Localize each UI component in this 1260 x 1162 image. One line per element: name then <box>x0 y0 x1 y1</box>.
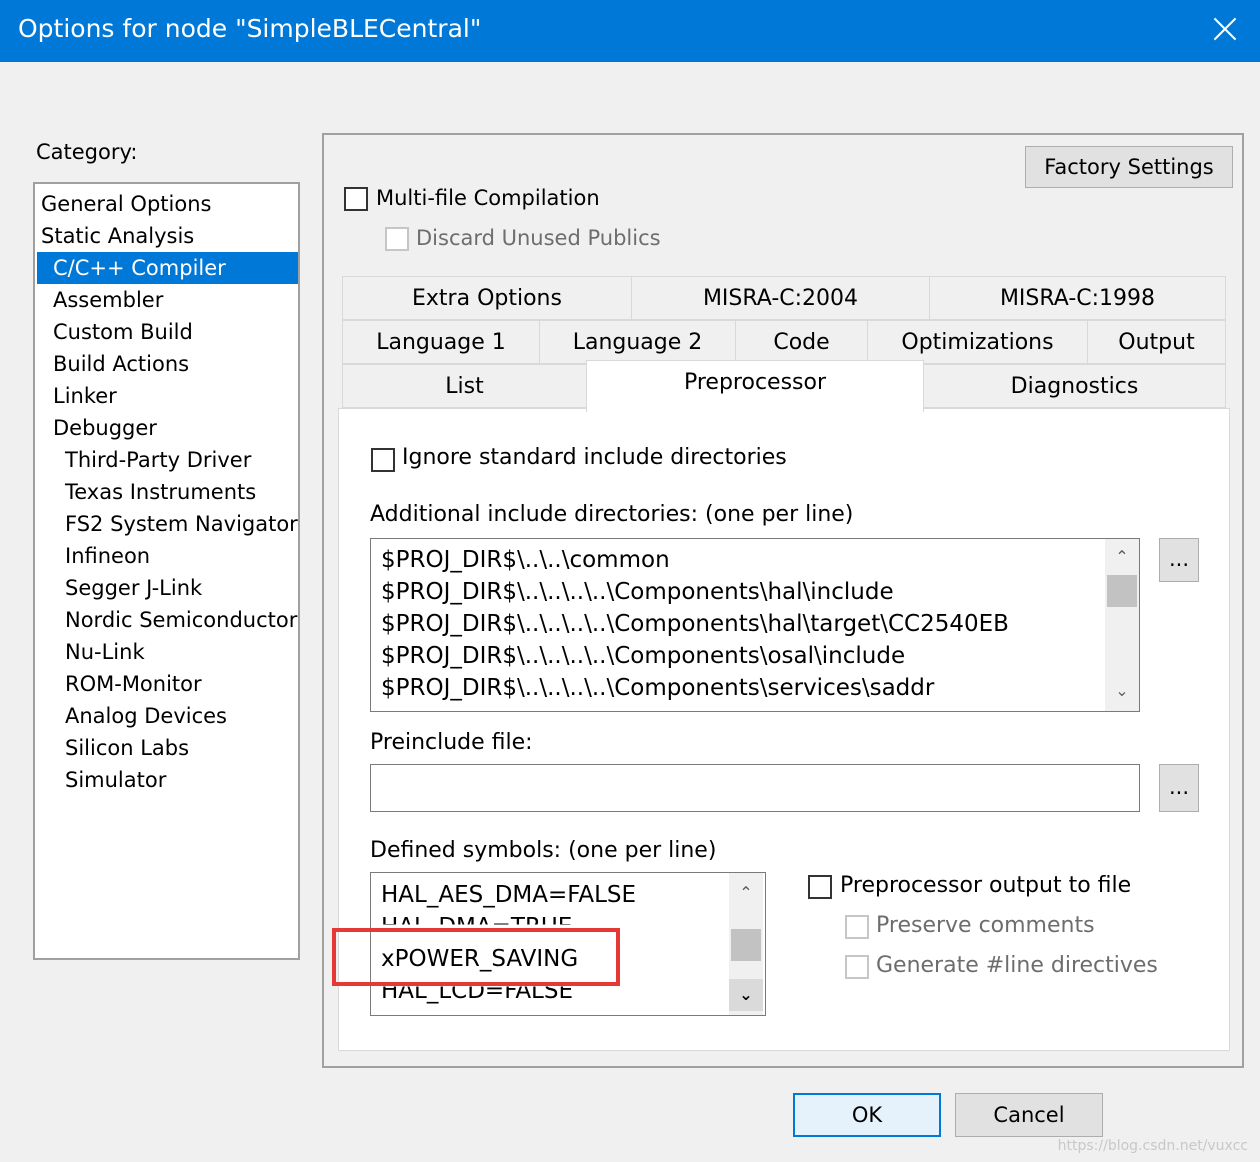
include-dirs-textarea[interactable]: $PROJ_DIR$\..\..\common $PROJ_DIR$\..\..… <box>370 538 1140 712</box>
pp-output-checkbox[interactable] <box>808 875 832 899</box>
ignore-std-label: Ignore standard include directories <box>402 445 787 470</box>
tab-output[interactable]: Output <box>1087 320 1226 364</box>
tab-misra-c-1998[interactable]: MISRA-C:1998 <box>929 276 1226 320</box>
tab-misra-c-2004[interactable]: MISRA-C:2004 <box>631 276 930 320</box>
include-dirs-label: Additional include directories: (one per… <box>370 502 854 527</box>
tab-optimizations[interactable]: Optimizations <box>867 320 1088 364</box>
defined-symbol-line: HAL_AES_DMA=FALSE <box>381 882 637 908</box>
category-item-static-analysis[interactable]: Static Analysis <box>35 220 200 252</box>
tab-code[interactable]: Code <box>735 320 868 364</box>
scroll-thumb[interactable] <box>731 929 761 961</box>
title-bar: Options for node "SimpleBLECentral" <box>0 0 1260 62</box>
include-dir-line: $PROJ_DIR$\..\..\..\..\Components\hal\ta… <box>381 611 1009 637</box>
close-icon[interactable] <box>1212 16 1238 42</box>
preinclude-label: Preinclude file: <box>370 730 533 755</box>
defined-symbols-scrollbar[interactable]: ⌃ ⌄ <box>729 873 763 1015</box>
category-item-analog-devices[interactable]: Analog Devices <box>59 700 233 732</box>
category-item-custom-build[interactable]: Custom Build <box>47 316 199 348</box>
multi-file-checkbox[interactable] <box>344 187 368 211</box>
scroll-up-icon[interactable]: ⌃ <box>1105 541 1139 573</box>
preinclude-input[interactable] <box>370 764 1140 812</box>
scroll-up-icon[interactable]: ⌃ <box>729 877 763 909</box>
window-title: Options for node "SimpleBLECentral" <box>18 14 482 43</box>
highlight-annotation <box>332 928 620 986</box>
category-list[interactable]: General Options Static Analysis C/C++ Co… <box>33 182 300 960</box>
include-dir-line: $PROJ_DIR$\..\..\common <box>381 547 670 573</box>
category-item-debugger[interactable]: Debugger <box>47 412 163 444</box>
generate-line-checkbox[interactable] <box>845 955 869 979</box>
category-item-texas-instruments[interactable]: Texas Instruments <box>59 476 262 508</box>
category-item-nu-link[interactable]: Nu-Link <box>59 636 151 668</box>
category-item-linker[interactable]: Linker <box>47 380 123 412</box>
discard-unused-checkbox[interactable] <box>385 227 409 251</box>
include-dir-line: $PROJ_DIR$\..\..\..\..\Components\hal\in… <box>381 579 894 605</box>
tab-list[interactable]: List <box>342 364 587 408</box>
include-dir-line: $PROJ_DIR$\..\..\..\..\Components\servic… <box>381 675 935 701</box>
category-item-rom-monitor[interactable]: ROM-Monitor <box>59 668 208 700</box>
preinclude-browse-button[interactable]: ... <box>1159 764 1199 812</box>
tab-preprocessor[interactable]: Preprocessor <box>586 360 924 412</box>
multi-file-label: Multi-file Compilation <box>376 186 600 210</box>
tab-diagnostics[interactable]: Diagnostics <box>923 364 1226 408</box>
category-item-nordic-semiconductor[interactable]: Nordic Semiconductor <box>59 604 303 636</box>
watermark: https://blog.csdn.net/vuxcc <box>1057 1138 1248 1154</box>
preserve-comments-checkbox[interactable] <box>845 915 869 939</box>
defined-symbols-label: Defined symbols: (one per line) <box>370 838 717 863</box>
pp-output-label: Preprocessor output to file <box>840 873 1132 898</box>
category-item-cpp-compiler[interactable]: C/C++ Compiler <box>37 252 298 284</box>
category-item-third-party-driver[interactable]: Third-Party Driver <box>59 444 257 476</box>
category-item-fs2-system-navigator[interactable]: FS2 System Navigator <box>59 508 304 540</box>
ignore-std-checkbox[interactable] <box>371 448 395 472</box>
category-label: Category: <box>36 140 138 164</box>
category-item-infineon[interactable]: Infineon <box>59 540 156 572</box>
preserve-comments-label: Preserve comments <box>876 913 1095 938</box>
category-item-assembler[interactable]: Assembler <box>47 284 169 316</box>
include-dir-line: $PROJ_DIR$\..\..\..\..\Components\osal\i… <box>381 643 906 669</box>
discard-unused-label: Discard Unused Publics <box>416 226 661 250</box>
ok-button[interactable]: OK <box>793 1093 941 1137</box>
scroll-thumb[interactable] <box>1107 575 1137 607</box>
factory-settings-button[interactable]: Factory Settings <box>1025 146 1233 188</box>
category-item-segger-jlink[interactable]: Segger J-Link <box>59 572 208 604</box>
generate-line-label: Generate #line directives <box>876 953 1158 978</box>
tab-extra-options[interactable]: Extra Options <box>342 276 632 320</box>
scroll-down-icon[interactable]: ⌄ <box>729 979 763 1011</box>
tab-language-1[interactable]: Language 1 <box>342 320 540 364</box>
include-dirs-scrollbar[interactable]: ⌃ ⌄ <box>1105 539 1139 711</box>
scroll-down-icon[interactable]: ⌄ <box>1105 675 1139 707</box>
cancel-button[interactable]: Cancel <box>955 1093 1103 1137</box>
category-item-build-actions[interactable]: Build Actions <box>47 348 195 380</box>
category-item-simulator[interactable]: Simulator <box>59 764 172 796</box>
include-browse-button[interactable]: ... <box>1159 538 1199 582</box>
category-item-silicon-labs[interactable]: Silicon Labs <box>59 732 195 764</box>
category-item-general-options[interactable]: General Options <box>35 188 217 220</box>
tab-language-2[interactable]: Language 2 <box>539 320 736 364</box>
